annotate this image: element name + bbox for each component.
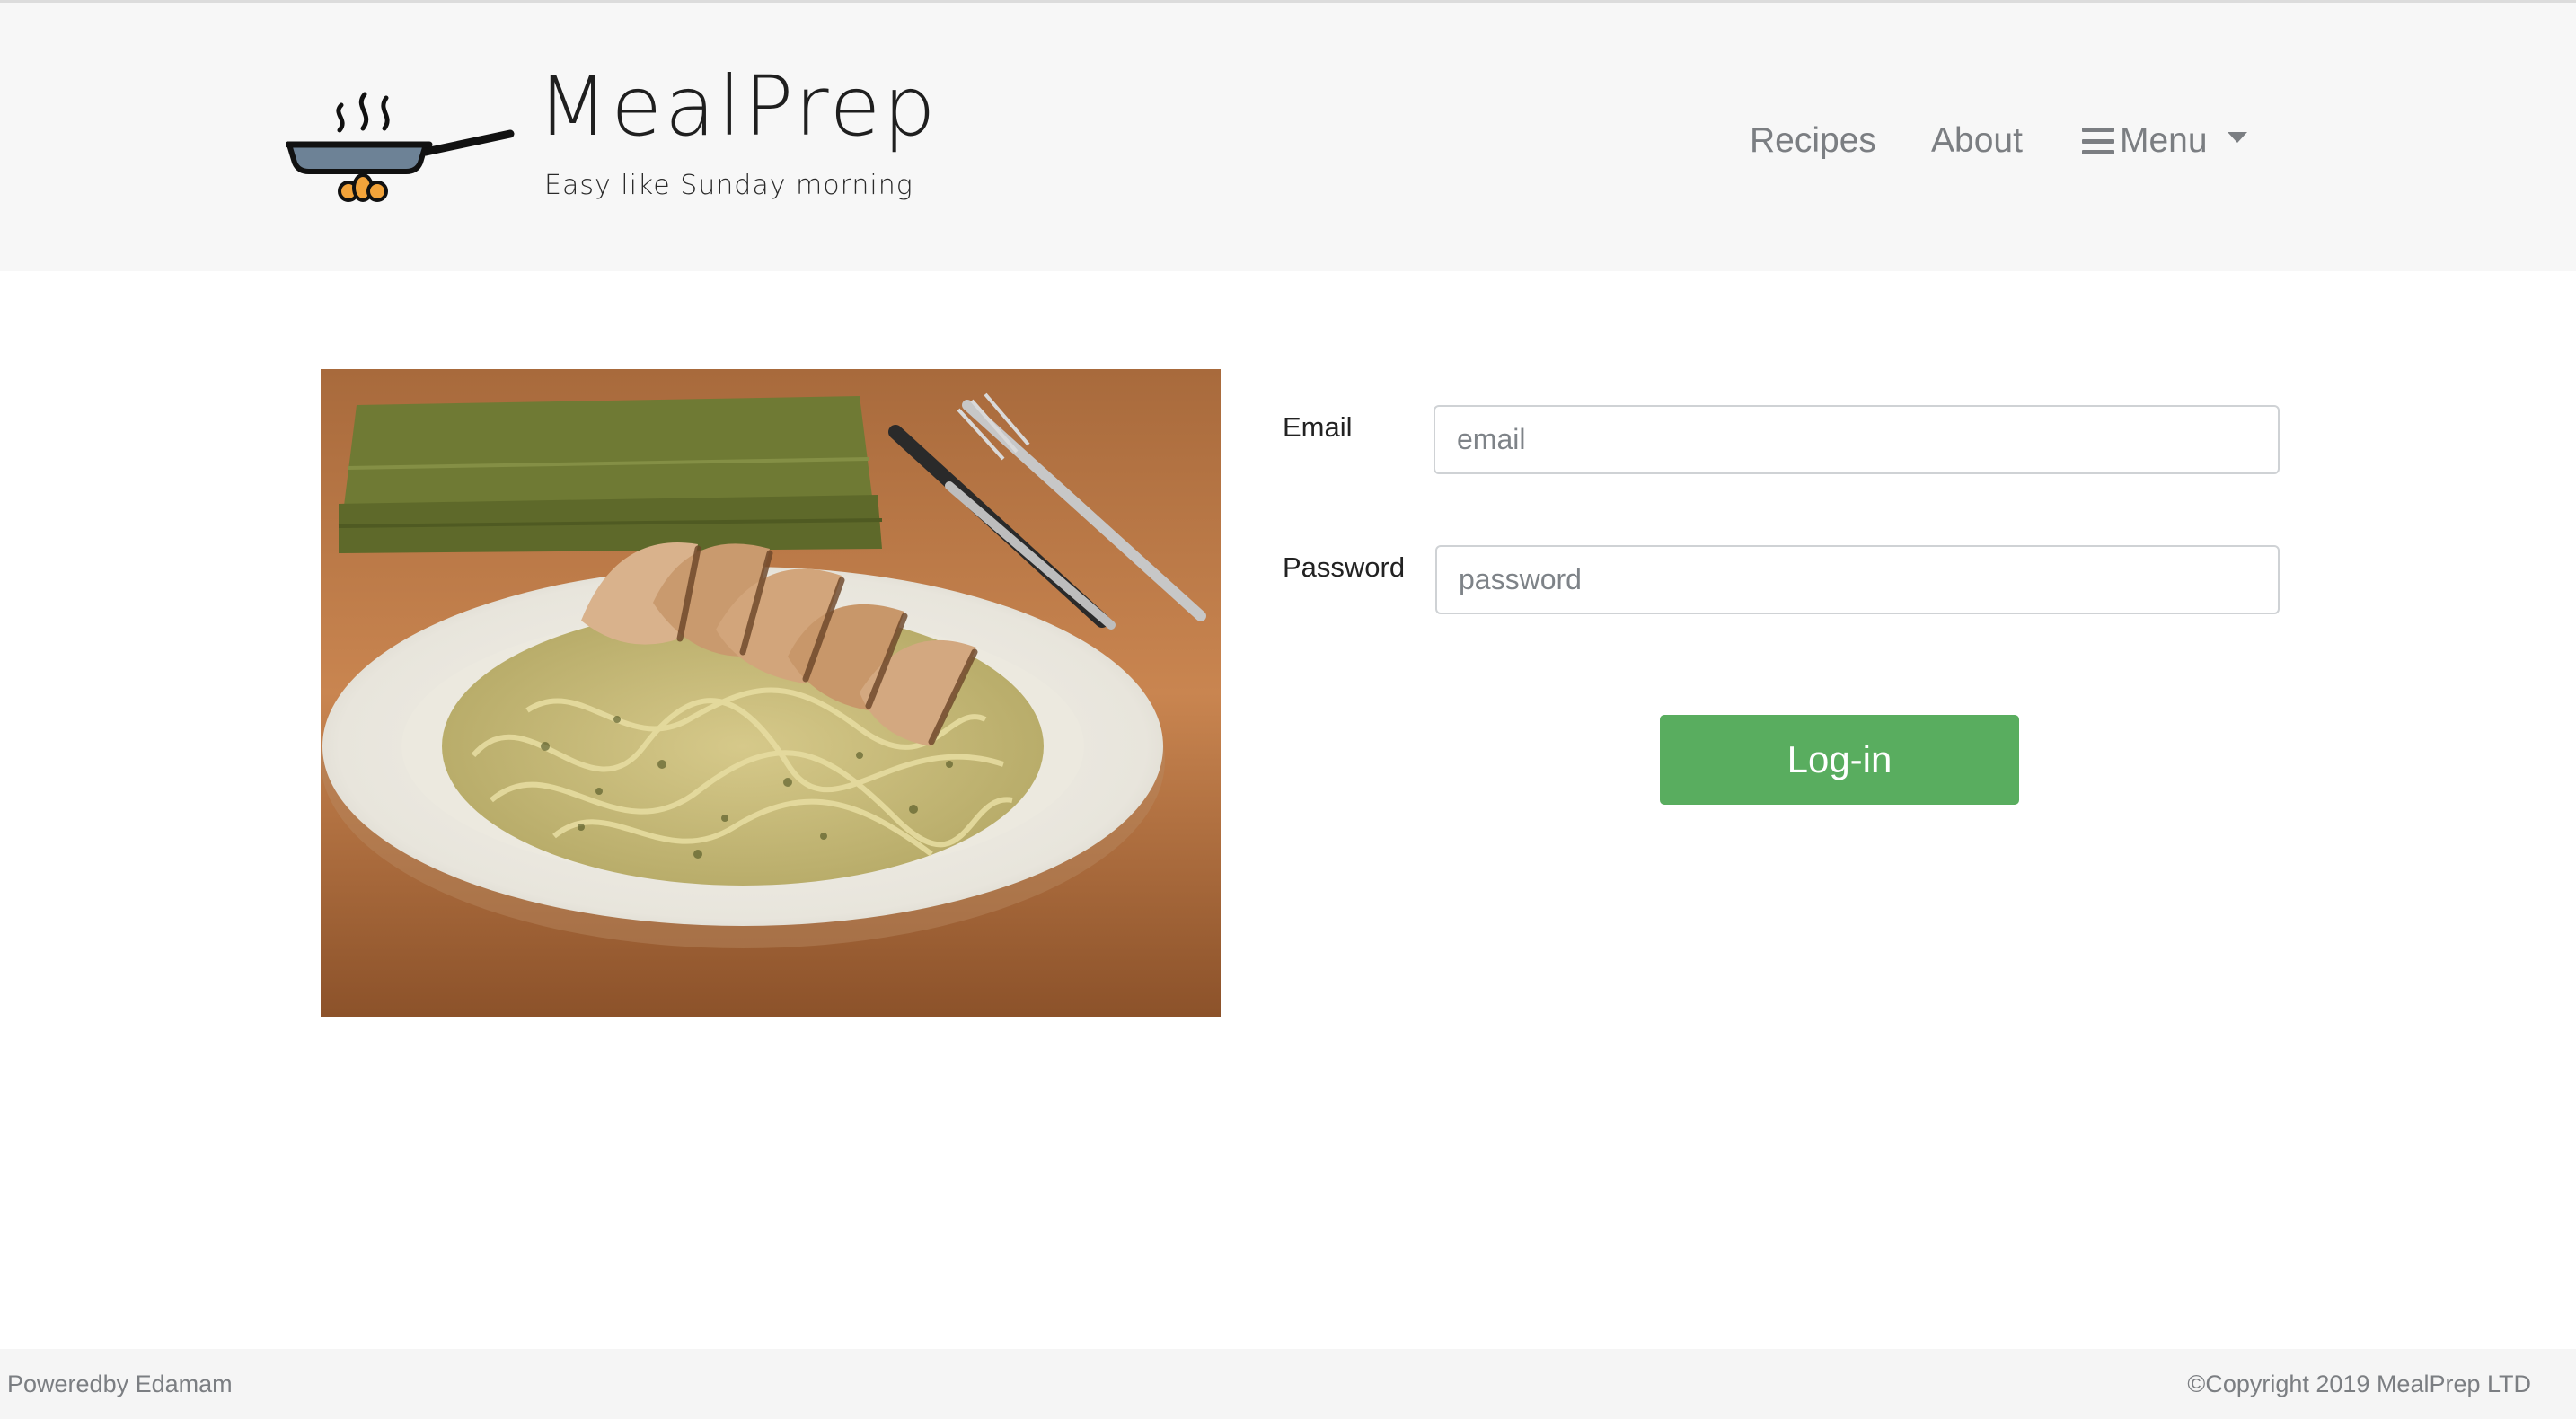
food-photo [321,369,1221,1017]
caret-down-icon [2227,132,2247,143]
site-header: MealPrep Easy like Sunday morning Recipe… [0,0,2576,271]
hamburger-icon [2082,128,2114,154]
login-button[interactable]: Log-in [1660,715,2019,805]
password-label: Password [1283,551,1406,583]
nav-recipes-label: Recipes [1750,121,1876,160]
nav-about-label: About [1931,121,2023,160]
site-footer: Poweredby Edamam ©Copyright 2019 MealPre… [0,1349,2576,1419]
email-input[interactable] [1434,405,2280,474]
brand-tagline: Easy like Sunday morning [544,170,913,201]
copyright-text: ©Copyright 2019 MealPrep LTD [2187,1371,2531,1397]
nav-about-link[interactable]: About [1931,116,2023,166]
nav-menu-dropdown[interactable]: Menu [2082,116,2247,166]
frying-pan-icon[interactable] [286,80,519,211]
powered-by-text: Poweredby Edamam [7,1371,233,1397]
brand-title[interactable]: MealPrep [537,66,939,148]
nav-recipes-link[interactable]: Recipes [1750,116,1876,166]
nav-menu-label: Menu [2120,121,2208,160]
password-input[interactable] [1435,545,2280,614]
email-label: Email [1283,411,1353,443]
